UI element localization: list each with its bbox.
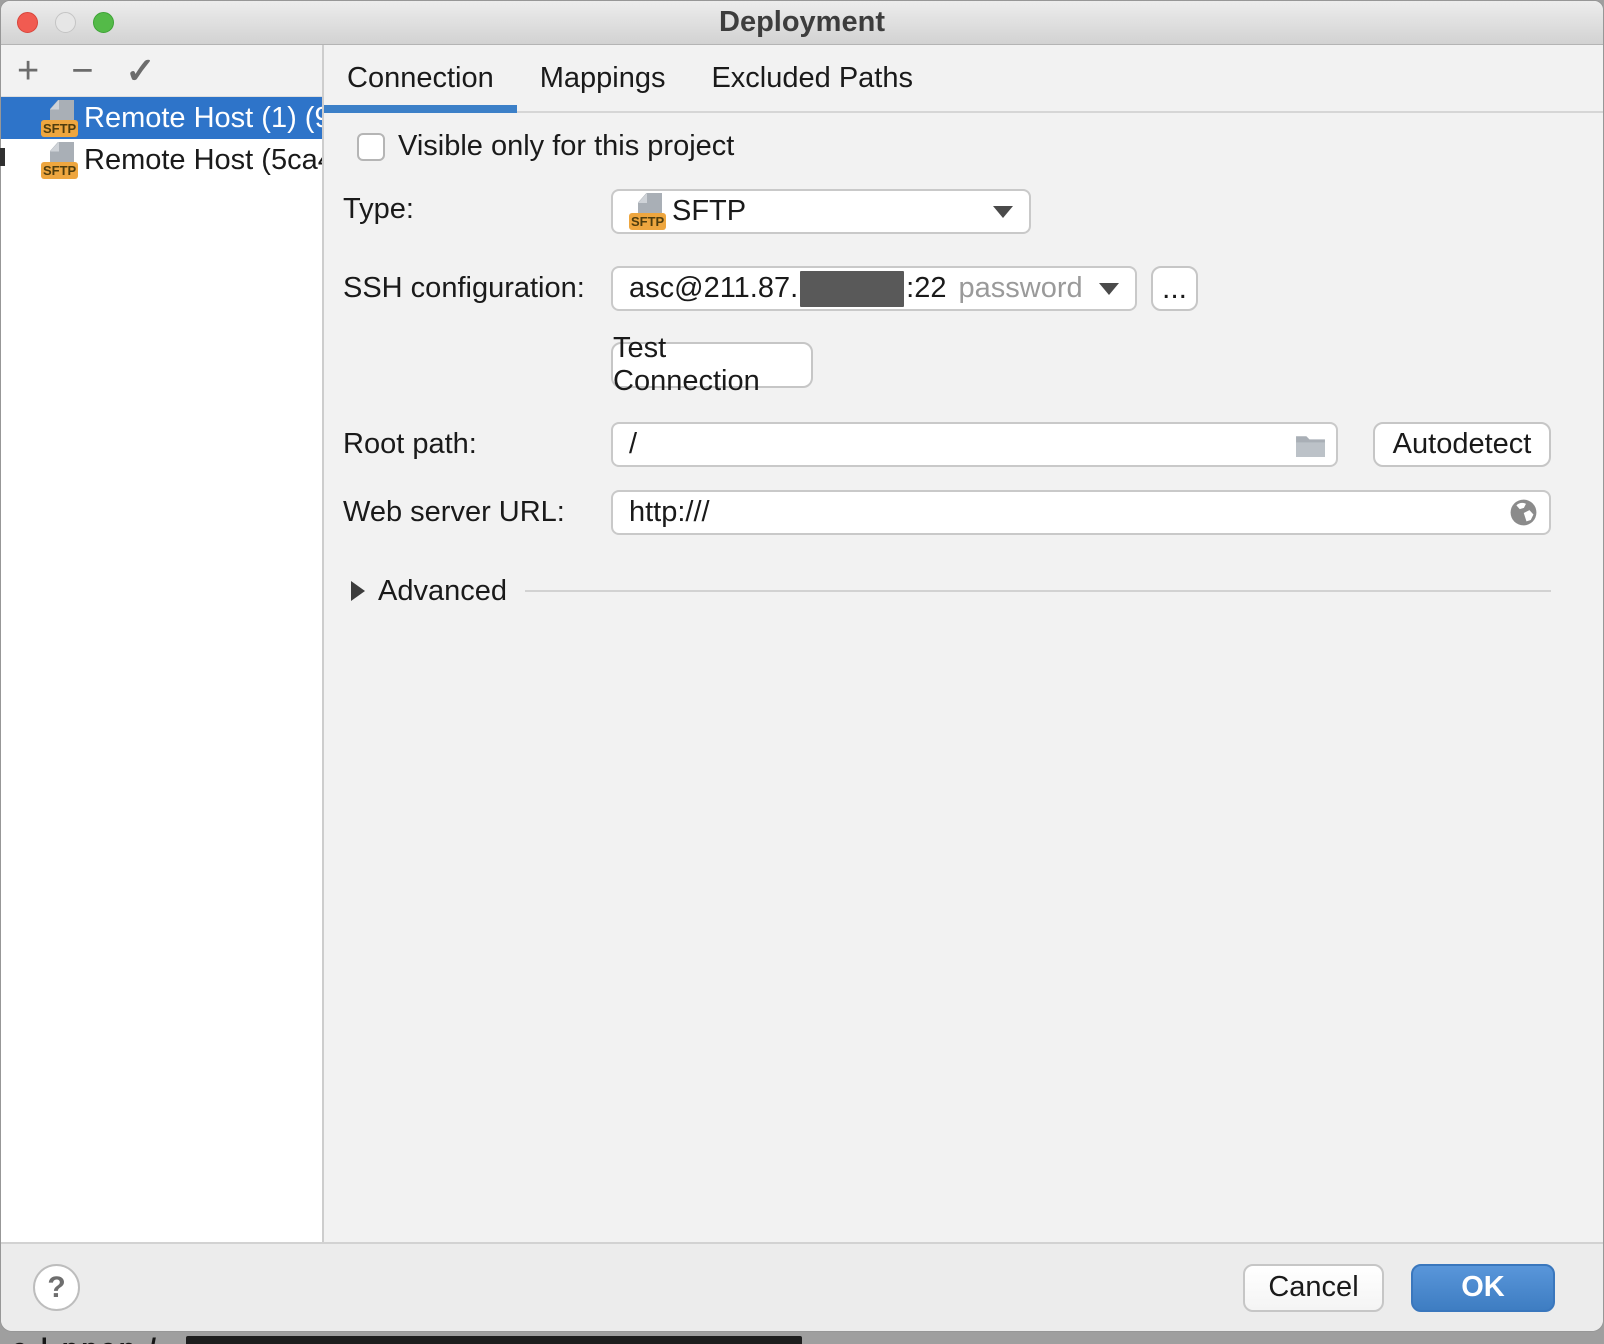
chevron-down-icon — [993, 205, 1013, 218]
sftp-server-icon: SFTP — [41, 141, 79, 179]
help-button[interactable]: ? — [33, 1264, 80, 1311]
server-list-panel: + − ✓ SFTP Remote Host (1) (9 SFTP Remot… — [1, 45, 324, 1242]
chevron-down-icon — [1099, 282, 1119, 295]
server-item-label: Remote Host (5ca4 — [84, 143, 322, 176]
visible-only-label: Visible only for this project — [398, 130, 735, 162]
minimize-window-button[interactable] — [55, 12, 76, 33]
type-value: SFTP — [672, 195, 747, 227]
ok-button[interactable]: OK — [1411, 1263, 1555, 1312]
window-controls — [17, 12, 114, 33]
connection-settings-panel: Connection Mappings Excluded Paths Visib… — [324, 45, 1603, 1242]
cancel-button[interactable]: Cancel — [1243, 1263, 1384, 1312]
ssh-configuration-label: SSH configuration: — [343, 272, 585, 304]
ssh-port: :22 — [906, 272, 947, 304]
dialog-footer: ? Cancel OK — [1, 1242, 1603, 1331]
server-list: SFTP Remote Host (1) (9 SFTP Remote Host… — [1, 97, 322, 1242]
server-list-toolbar: + − ✓ — [1, 45, 322, 97]
ssh-configuration-browse-button[interactable]: ... — [1151, 266, 1198, 311]
root-path-input[interactable] — [611, 422, 1338, 467]
zoom-window-button[interactable] — [93, 12, 114, 33]
root-path-field-wrap — [611, 422, 1338, 467]
title-bar: Deployment — [1, 1, 1603, 45]
ssh-auth-type: password — [958, 272, 1083, 304]
background-dark-bar — [186, 1336, 802, 1344]
background-artifact — [0, 148, 5, 166]
server-item-label: Remote Host (1) (9 — [84, 101, 322, 134]
web-server-url-label: Web server URL: — [343, 496, 565, 528]
web-server-url-input[interactable] — [611, 490, 1551, 535]
sftp-type-icon: SFTP — [629, 193, 667, 230]
type-dropdown[interactable]: SFTP SFTP — [611, 189, 1031, 234]
autodetect-button[interactable]: Autodetect — [1373, 422, 1551, 467]
web-server-url-field-wrap — [611, 490, 1551, 535]
section-divider — [525, 590, 1551, 592]
tab-mappings[interactable]: Mappings — [517, 45, 689, 111]
deployment-dialog: Deployment + − ✓ SFTP Remote Host (1) (9 — [0, 0, 1604, 1332]
list-item-remote-host-2[interactable]: SFTP Remote Host (5ca4 — [1, 139, 322, 181]
ssh-user-host: asc@211.87. — [629, 272, 799, 304]
remove-server-icon[interactable]: − — [71, 52, 93, 90]
visible-only-checkbox[interactable] — [357, 132, 385, 161]
connection-form: Visible only for this project Type: SFTP… — [324, 113, 1603, 1242]
root-path-label: Root path: — [343, 428, 477, 460]
visible-only-row: Visible only for this project — [357, 130, 734, 163]
tab-connection[interactable]: Connection — [324, 45, 517, 113]
browse-folder-icon[interactable] — [1295, 429, 1326, 460]
advanced-section-toggle[interactable]: Advanced — [351, 571, 1551, 611]
window-title: Deployment — [719, 6, 885, 38]
test-connection-button[interactable]: Test Connection — [611, 332, 813, 397]
type-label: Type: — [343, 193, 414, 225]
tab-bar: Connection Mappings Excluded Paths — [324, 45, 1603, 113]
list-item-remote-host-1[interactable]: SFTP Remote Host (1) (9 — [1, 97, 322, 139]
background-clipped-text: e | ppen / — [12, 1333, 159, 1344]
background-window-strip: e | ppen / — [0, 1332, 1604, 1344]
globe-icon[interactable] — [1508, 497, 1539, 528]
triangle-right-icon — [351, 581, 365, 601]
add-server-icon[interactable]: + — [17, 52, 39, 90]
ssh-configuration-dropdown[interactable]: asc@211.87. :22 password — [611, 266, 1137, 311]
sftp-server-icon: SFTP — [41, 99, 79, 137]
advanced-label: Advanced — [378, 574, 507, 607]
tab-excluded-paths[interactable]: Excluded Paths — [688, 45, 936, 111]
redacted-host-box — [800, 270, 905, 307]
use-as-default-icon[interactable]: ✓ — [125, 52, 155, 89]
close-window-button[interactable] — [17, 12, 38, 33]
